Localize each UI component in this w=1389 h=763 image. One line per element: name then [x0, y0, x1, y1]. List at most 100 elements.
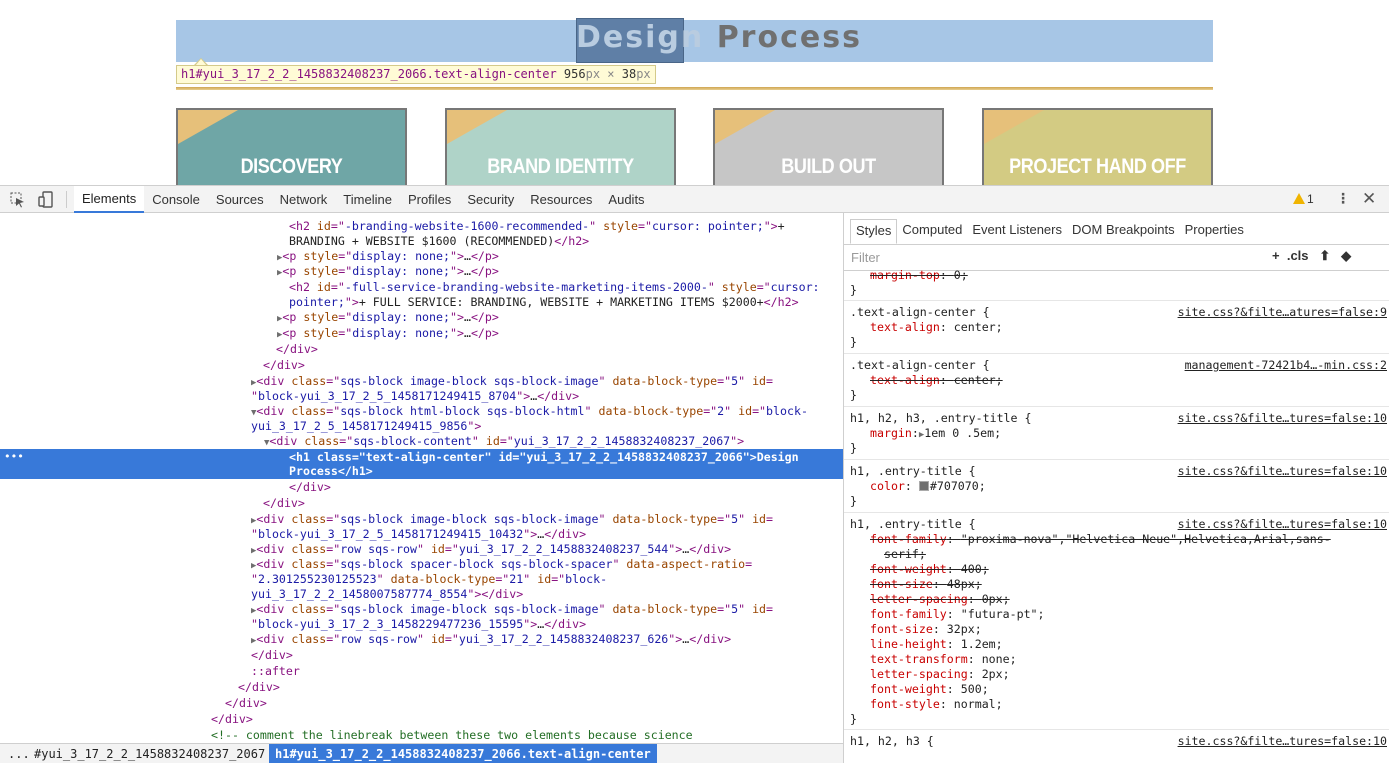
devtools-tabs: Elements Console Sources Network Timelin… [74, 186, 653, 213]
css-property[interactable]: font-weight: 500; [850, 682, 1389, 697]
dom-line[interactable]: </div> [0, 679, 843, 695]
css-property[interactable]: font-style: normal; [850, 697, 1389, 712]
dom-line-selected-cont[interactable]: Process</h1> [0, 463, 843, 479]
page-heading: Design Process [576, 20, 862, 62]
dom-line[interactable]: BRANDING + WEBSITE $1600 (RECOMMENDED)</… [0, 233, 843, 249]
dom-line[interactable]: ▶<div class="sqs-block image-block sqs-b… [0, 601, 843, 617]
dom-line[interactable]: yui_3_17_2_5_1458171249415_9856"> [0, 418, 843, 434]
device-mode-icon[interactable] [38, 191, 55, 208]
dom-line[interactable]: </div> [0, 357, 843, 373]
tab-timeline[interactable]: Timeline [335, 186, 400, 213]
tab-profiles[interactable]: Profiles [400, 186, 459, 213]
dom-line[interactable]: ::after [0, 663, 843, 679]
close-devtools-icon[interactable]: ✕ [1362, 188, 1376, 210]
color-swatch[interactable] [918, 481, 929, 491]
webpage-viewport: Design Process h1#yui_3_17_2_2_145883240… [0, 0, 1389, 185]
tab-elements[interactable]: Elements [74, 186, 145, 213]
css-rule-selector[interactable]: h1, .entry-title {site.css?&filte…tures=… [850, 464, 1389, 479]
dom-line[interactable]: yui_3_17_2_2_1458007587774_8554"></div> [0, 586, 843, 602]
dom-line[interactable]: pointer;">+ FULL SERVICE: BRANDING, WEBS… [0, 294, 843, 310]
breadcrumb-item-active[interactable]: h1#yui_3_17_2_2_1458832408237_2066.text-… [269, 744, 657, 763]
css-rule-selector[interactable]: .text-align-center {site.css?&filte…atur… [850, 305, 1389, 320]
rule-source-link[interactable]: site.css?&filte…tures=false:10 [1178, 517, 1387, 532]
warning-counter[interactable]: 1 [1293, 191, 1314, 208]
dom-line[interactable]: ▶<div class="row sqs-row" id="yui_3_17_2… [0, 631, 843, 647]
dom-line[interactable]: "2.301255230125523" data-block-type="21"… [0, 571, 843, 587]
tab-computed[interactable]: Computed [897, 219, 967, 244]
tab-dom-breakpoints[interactable]: DOM Breakpoints [1067, 219, 1180, 244]
warning-count: 1 [1307, 192, 1314, 206]
tab-properties[interactable]: Properties [1180, 219, 1249, 244]
filter-input[interactable]: Filter [851, 250, 880, 265]
css-property-overridden[interactable]: margin-top: 0; [850, 268, 1389, 283]
cls-toggle[interactable]: .cls [1287, 248, 1309, 263]
dom-line[interactable]: "block-yui_3_17_2_3_1458229477236_15595"… [0, 616, 843, 632]
css-property[interactable]: text-align: center; [850, 320, 1389, 335]
dom-line[interactable]: "block-yui_3_17_2_5_1458171249415_10432"… [0, 526, 843, 542]
css-property[interactable]: font-size: 32px; [850, 622, 1389, 637]
heading-word-1: Design [576, 20, 705, 55]
dom-line[interactable]: ▶<div class="sqs-block spacer-block sqs-… [0, 556, 843, 572]
dom-line[interactable]: ▶<p style="display: none;">…</p> [0, 309, 843, 325]
dom-line[interactable]: ▶<div class="row sqs-row" id="yui_3_17_2… [0, 541, 843, 557]
dom-line[interactable]: ▼<div class="sqs-block html-block sqs-bl… [0, 403, 843, 419]
css-property-overridden[interactable]: font-size: 48px; [850, 577, 1389, 592]
card-discovery[interactable]: DISCOVERY [176, 108, 407, 185]
css-property[interactable]: letter-spacing: 2px; [850, 667, 1389, 682]
rule-source-link[interactable]: site.css?&filte…tures=false:10 [1178, 734, 1387, 749]
dom-line[interactable]: </div> [0, 711, 843, 727]
rule-divider [844, 512, 1389, 513]
card-brand-identity[interactable]: BRAND IDENTITY [445, 108, 676, 185]
dom-line[interactable]: <h2 id="-full-service-branding-website-m… [0, 279, 843, 295]
css-property[interactable]: color: #707070; [850, 479, 1389, 494]
color-format-icon[interactable]: ◆ [1341, 248, 1351, 263]
css-rule-selector[interactable]: h1, h2, h3, .entry-title {site.css?&filt… [850, 411, 1389, 426]
tab-network[interactable]: Network [272, 186, 336, 213]
css-rule-selector[interactable]: h1, h2, h3 {site.css?&filte…tures=false:… [850, 734, 1389, 749]
tab-styles[interactable]: Styles [850, 219, 898, 244]
dom-line[interactable]: ▼<div class="sqs-block-content" id="yui_… [0, 433, 843, 449]
css-rule-selector[interactable]: .text-align-center {management-72421b4…-… [850, 358, 1389, 373]
css-rule-selector[interactable]: h1, .entry-title {site.css?&filte…tures=… [850, 517, 1389, 532]
css-property-overridden[interactable]: letter-spacing: 0px; [850, 592, 1389, 607]
dom-line[interactable]: </div> [0, 479, 843, 495]
new-rule-icon[interactable]: + [1272, 248, 1280, 263]
inspect-element-icon[interactable] [9, 191, 26, 208]
dom-line[interactable]: <h2 id="-branding-website-1600-recommend… [0, 218, 843, 234]
tab-console[interactable]: Console [144, 186, 208, 213]
more-options-icon[interactable]: ⋮ [1336, 189, 1350, 209]
dom-line[interactable]: </div> [0, 695, 843, 711]
dom-line[interactable]: ▶<div class="sqs-block image-block sqs-b… [0, 373, 843, 389]
card-project-hand-off[interactable]: PROJECT HAND OFF [982, 108, 1213, 185]
dom-line[interactable]: <!-- comment the linebreak between these… [0, 727, 843, 743]
card-corner-fold [715, 110, 775, 144]
css-property[interactable]: font-family: "futura-pt"; [850, 607, 1389, 622]
tab-audits[interactable]: Audits [600, 186, 652, 213]
dom-line[interactable]: </div> [0, 647, 843, 663]
dom-line[interactable]: "block-yui_3_17_2_5_1458171249415_8704">… [0, 388, 843, 404]
dom-line[interactable]: ▶<p style="display: none;">…</p> [0, 248, 843, 264]
css-property-overridden[interactable]: font-weight: 400; [850, 562, 1389, 577]
dom-line[interactable]: ▶<div class="sqs-block image-block sqs-b… [0, 511, 843, 527]
tab-event-listeners[interactable]: Event Listeners [967, 219, 1067, 244]
dom-line[interactable]: </div> [0, 341, 843, 357]
dom-line[interactable]: </div> [0, 495, 843, 511]
tab-sources[interactable]: Sources [208, 186, 272, 213]
breadcrumb-item[interactable]: #yui_3_17_2_2_1458832408237_2067 [28, 744, 271, 763]
pin-icon[interactable]: ⬆ [1319, 248, 1330, 263]
css-property[interactable]: line-height: 1.2em; [850, 637, 1389, 652]
css-property[interactable]: margin:▶1em 0 .5em; [850, 426, 1389, 441]
elements-tree[interactable]: <h2 id="-branding-website-1600-recommend… [0, 213, 843, 745]
rule-source-link[interactable]: site.css?&filte…tures=false:10 [1178, 411, 1387, 426]
rule-source-link[interactable]: management-72421b4…-min.css:2 [1185, 358, 1387, 373]
css-property-overridden[interactable]: font-family: "proxima-nova","Helvetica N… [850, 532, 1389, 547]
dom-line[interactable]: ▶<p style="display: none;">…</p> [0, 263, 843, 279]
css-property[interactable]: text-transform: none; [850, 652, 1389, 667]
css-property-overridden[interactable]: text-align: center; [850, 373, 1389, 388]
tab-security[interactable]: Security [459, 186, 522, 213]
rule-source-link[interactable]: site.css?&filte…tures=false:10 [1178, 464, 1387, 479]
card-build-out[interactable]: BUILD OUT [713, 108, 944, 185]
dom-line[interactable]: ▶<p style="display: none;">…</p> [0, 325, 843, 341]
rule-source-link[interactable]: site.css?&filte…atures=false:9 [1178, 305, 1387, 320]
tab-resources[interactable]: Resources [522, 186, 600, 213]
